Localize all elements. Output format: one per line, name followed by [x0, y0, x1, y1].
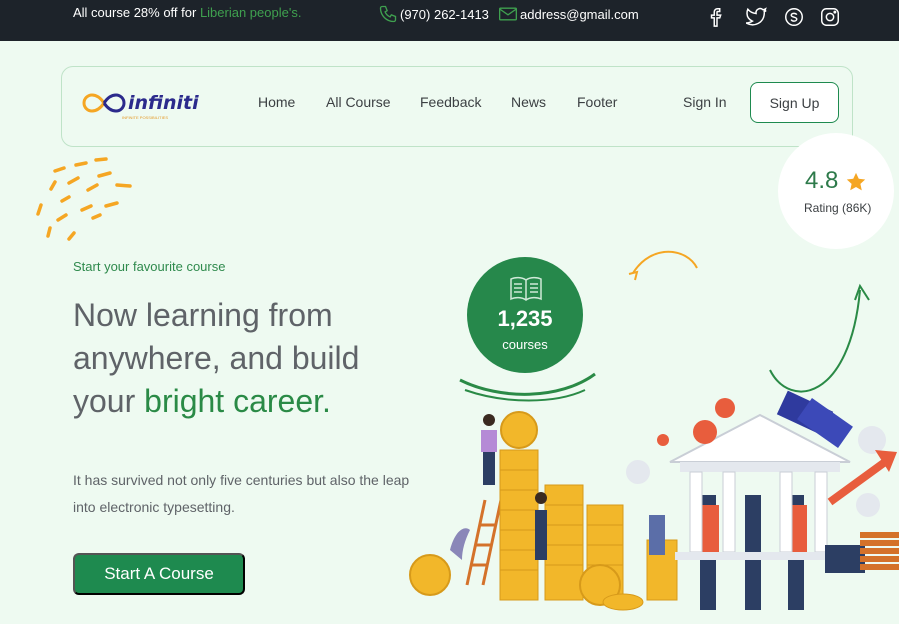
promo-prefix: All course 28% off for — [73, 5, 200, 20]
skype-icon[interactable] — [783, 6, 805, 28]
navigation-bar: infiniti INFINITE POSSIBILITIES Home All… — [61, 66, 853, 147]
star-icon — [846, 172, 866, 191]
logo-text: infiniti — [128, 92, 199, 114]
signup-button[interactable]: Sign Up — [750, 82, 839, 123]
courses-unit: courses — [502, 337, 548, 352]
facebook-icon[interactable] — [706, 6, 728, 28]
instagram-icon[interactable] — [819, 6, 841, 28]
hero-headline: Now learning from anywhere, and build yo… — [73, 294, 413, 423]
top-bar: All course 28% off for Liberian people's… — [0, 0, 899, 41]
nav-news[interactable]: News — [511, 94, 546, 110]
rating-value: 4.8 — [805, 167, 839, 194]
rating-label: Rating (86K) — [804, 201, 872, 215]
signin-link[interactable]: Sign In — [683, 94, 727, 110]
logo-subtext: INFINITE POSSIBILITIES — [122, 115, 169, 120]
nav-feedback[interactable]: Feedback — [420, 94, 481, 110]
nav-footer[interactable]: Footer — [577, 94, 617, 110]
rating-badge: 4.8 Rating (86K) — [778, 133, 894, 249]
hero-description: It has survived not only five centuries … — [73, 472, 410, 515]
courses-count: 1,235 — [497, 306, 553, 331]
nav-home[interactable]: Home — [258, 94, 295, 110]
infinity-logo-icon — [82, 93, 126, 113]
promo-text: All course 28% off for Liberian people's… — [73, 5, 301, 20]
decorative-dashes — [36, 157, 132, 241]
email-contact[interactable]: address@gmail.com — [498, 4, 639, 24]
courses-badge: 1,235 courses — [467, 257, 583, 373]
promo-highlight: Liberian people's. — [199, 5, 302, 20]
nav-all-course[interactable]: All Course — [326, 94, 391, 110]
book-icon — [510, 276, 542, 301]
phone-number: (970) 262-1413 — [400, 6, 489, 22]
headline-accent: bright career. — [144, 383, 331, 419]
phone-contact[interactable]: (970) 262-1413 — [378, 4, 489, 24]
start-course-button[interactable]: Start A Course — [73, 553, 245, 595]
phone-icon — [379, 5, 397, 23]
hero-kicker: Start your favourite course — [73, 259, 226, 274]
mail-icon — [499, 7, 517, 21]
brand-logo[interactable]: infiniti INFINITE POSSIBILITIES — [82, 91, 199, 120]
twitter-icon[interactable] — [746, 6, 768, 28]
email-address: address@gmail.com — [520, 6, 639, 22]
